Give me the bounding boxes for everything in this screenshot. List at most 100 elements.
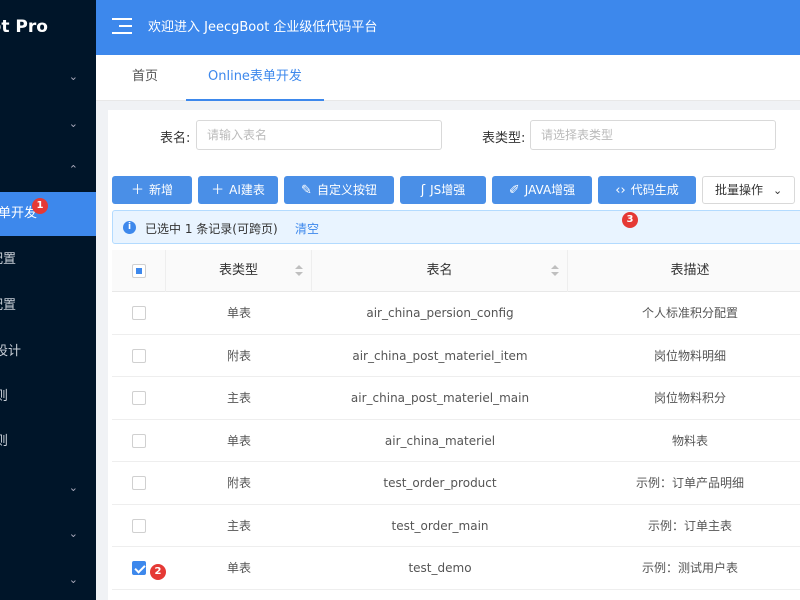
tab-online-form-dev[interactable]: Online表单开发 bbox=[186, 55, 324, 101]
cell-name: air_china_post_materiel_item bbox=[352, 348, 528, 363]
sidebar-item-label: 版设计 bbox=[0, 344, 22, 359]
table-header: 表类型 表名 表描述 bbox=[112, 250, 800, 292]
cell-name: air_china_persion_config bbox=[366, 306, 514, 320]
sidebar-item-label: ǝ配置 bbox=[0, 252, 16, 267]
row-checkbox[interactable] bbox=[132, 476, 146, 490]
table-name-input[interactable] bbox=[196, 120, 442, 150]
brand-logo-text: oot Pro bbox=[0, 17, 48, 37]
sidebar-item-label: ǝ配置 bbox=[0, 298, 16, 313]
cell-type: 单表 bbox=[226, 433, 251, 448]
row-checkbox[interactable] bbox=[132, 518, 146, 533]
top-header: 欢迎进入 JeecgBoot 企业级低代码平台 bbox=[96, 0, 800, 55]
cell-name: test_order_main bbox=[391, 518, 489, 533]
sidebar-item-1[interactable]: ⌄ bbox=[0, 55, 96, 99]
annotation-badge-3: 3 bbox=[622, 212, 638, 228]
select-all-cell bbox=[112, 250, 166, 292]
select-all-checkbox[interactable] bbox=[132, 264, 146, 278]
ai-build-button[interactable]: ＋ AI建表 bbox=[198, 176, 278, 204]
batch-actions-dropdown[interactable]: 批量操作 ⌄ bbox=[702, 176, 796, 204]
code-icon: ‹› bbox=[615, 183, 626, 198]
sidebar-item-3[interactable]: ⌃ bbox=[0, 148, 96, 192]
search-form: 表名: 表类型: bbox=[108, 120, 800, 152]
sidebar-item-config-b[interactable]: ǝ配置 bbox=[0, 284, 96, 328]
cell-desc: 个人标准积分配置 bbox=[641, 306, 738, 320]
plus-icon: ＋ bbox=[130, 183, 144, 198]
java-enhance-button[interactable]: ✐ JAVA增强 bbox=[492, 176, 592, 204]
tab-bar: 首页 Online表单开发 bbox=[96, 55, 800, 101]
row-checkbox[interactable] bbox=[132, 433, 146, 448]
plus-icon: ＋ bbox=[211, 183, 225, 198]
cell-type: 附表 bbox=[226, 476, 251, 490]
table-row[interactable]: 主表 test_order_main 示例：订单主表 bbox=[112, 505, 800, 547]
table-name-label: 表名: bbox=[160, 131, 191, 146]
info-icon: i bbox=[123, 221, 136, 234]
chevron-down-icon: ⌄ bbox=[68, 527, 78, 540]
selection-alert: i 已选中 1 条记录(可跨页) 清空 bbox=[112, 210, 800, 244]
cell-type: 主表 bbox=[226, 391, 251, 405]
java-icon: ✐ bbox=[508, 183, 520, 198]
pen-icon: ✎ bbox=[301, 183, 312, 198]
sidebar: oot Pro ⌄ ⌄ ⌃ 单开发 1 ǝ配置 ǝ配置 版设计 规则 规则 ⌄ … bbox=[0, 0, 96, 600]
chevron-down-icon: ⌄ bbox=[68, 70, 78, 83]
sidebar-item-label: 规则 bbox=[0, 434, 9, 449]
cell-name: test_order_product bbox=[383, 476, 497, 490]
cell-desc: 岗位物料积分 bbox=[653, 391, 726, 405]
cell-type: 单表 bbox=[226, 306, 251, 320]
column-header-desc: 表描述 bbox=[670, 263, 710, 278]
annotation-badge-2: 2 bbox=[150, 564, 166, 580]
chevron-up-icon: ⌃ bbox=[68, 163, 78, 176]
menu-fold-icon[interactable] bbox=[112, 18, 132, 36]
cell-desc: 物料表 bbox=[671, 433, 708, 448]
toolbar: ＋新增 ＋ AI建表 ✎ 自定义按钮 ʃ JS增强 ✐ JAVA增强 ‹› 代码生成 批量… bbox=[112, 176, 800, 206]
row-checkbox[interactable] bbox=[132, 306, 146, 320]
chevron-down-icon: ⌄ bbox=[68, 117, 78, 130]
row-checkbox[interactable] bbox=[132, 391, 146, 405]
sort-icon[interactable] bbox=[295, 265, 303, 277]
table-type-label: 表类型: bbox=[482, 131, 526, 146]
column-header-name[interactable]: 表名 bbox=[312, 250, 568, 292]
table-row[interactable]: 单表 air_china_materiel 物料表 bbox=[112, 420, 800, 462]
cell-desc: 示例：订单产品明细 bbox=[635, 476, 744, 490]
cell-type: 附表 bbox=[226, 348, 251, 363]
table-row[interactable]: 主表 air_china_post_materiel_main 岗位物料积分 bbox=[112, 377, 800, 420]
sort-icon[interactable] bbox=[551, 265, 559, 277]
sidebar-item-2[interactable]: ⌄ bbox=[0, 102, 96, 146]
cell-type: 单表 bbox=[226, 561, 251, 575]
chevron-down-icon: ⌄ bbox=[68, 481, 78, 494]
chevron-down-icon: ⌄ bbox=[773, 184, 783, 197]
header-title: 欢迎进入 JeecgBoot 企业级低代码平台 bbox=[148, 20, 378, 35]
sidebar-item-label: 单开发 bbox=[0, 206, 38, 221]
tab-home[interactable]: 首页 bbox=[132, 55, 158, 101]
main-panel: 表名: 表类型: ＋新增 ＋AI建表 ✎自定义按钮 ʃJS增强 ✐JAVA增强 … bbox=[108, 110, 800, 600]
sidebar-item-rules-b[interactable]: 规则 bbox=[0, 420, 96, 464]
sidebar-item-11[interactable]: 十 ⌄ bbox=[0, 512, 96, 556]
cell-desc: 示例：测试用户表 bbox=[641, 561, 738, 575]
column-header-type[interactable]: 表类型 bbox=[166, 250, 312, 292]
sidebar-item-label: 规则 bbox=[0, 389, 9, 404]
clear-selection-link[interactable]: 清空 bbox=[295, 220, 319, 237]
js-enhance-button[interactable]: ʃ JS增强 bbox=[400, 176, 486, 204]
table-row[interactable]: 2 单表 test_demo 示例：测试用户表 bbox=[112, 547, 800, 590]
chevron-down-icon: ⌄ bbox=[68, 573, 78, 586]
cell-name: air_china_materiel bbox=[384, 433, 496, 448]
sidebar-item-12[interactable]: ⌄ bbox=[0, 558, 96, 600]
sidebar-item-config-a[interactable]: ǝ配置 bbox=[0, 238, 96, 282]
custom-button-button[interactable]: ✎ 自定义按钮 bbox=[284, 176, 394, 204]
annotation-badge-1: 1 bbox=[32, 198, 48, 214]
sidebar-item-10[interactable]: ⌄ bbox=[0, 466, 96, 510]
cell-name: test_demo bbox=[408, 561, 472, 575]
row-checkbox-checked[interactable] bbox=[132, 561, 146, 575]
table-type-select[interactable] bbox=[530, 120, 776, 150]
table-row[interactable]: 单表 air_china_persion_config 个人标准积分配置 bbox=[112, 292, 800, 335]
sidebar-item-rules-a[interactable]: 规则 bbox=[0, 375, 96, 419]
table-row[interactable]: 附表 air_china_post_materiel_item 岗位物料明细 bbox=[112, 335, 800, 377]
cell-desc: 示例：订单主表 bbox=[647, 518, 732, 533]
add-button[interactable]: ＋新增 bbox=[112, 176, 192, 204]
js-icon: ʃ bbox=[420, 183, 426, 198]
sidebar-item-online-form-dev[interactable]: 单开发 1 bbox=[0, 192, 96, 236]
table-row[interactable]: 附表 test_order_product 示例：订单产品明细 bbox=[112, 462, 800, 505]
code-generate-button[interactable]: ‹› 代码生成 bbox=[598, 176, 696, 204]
sidebar-item-design[interactable]: 版设计 bbox=[0, 330, 96, 374]
row-checkbox[interactable] bbox=[132, 348, 146, 363]
selection-count-text: 已选中 1 条记录(可跨页) bbox=[145, 222, 278, 236]
